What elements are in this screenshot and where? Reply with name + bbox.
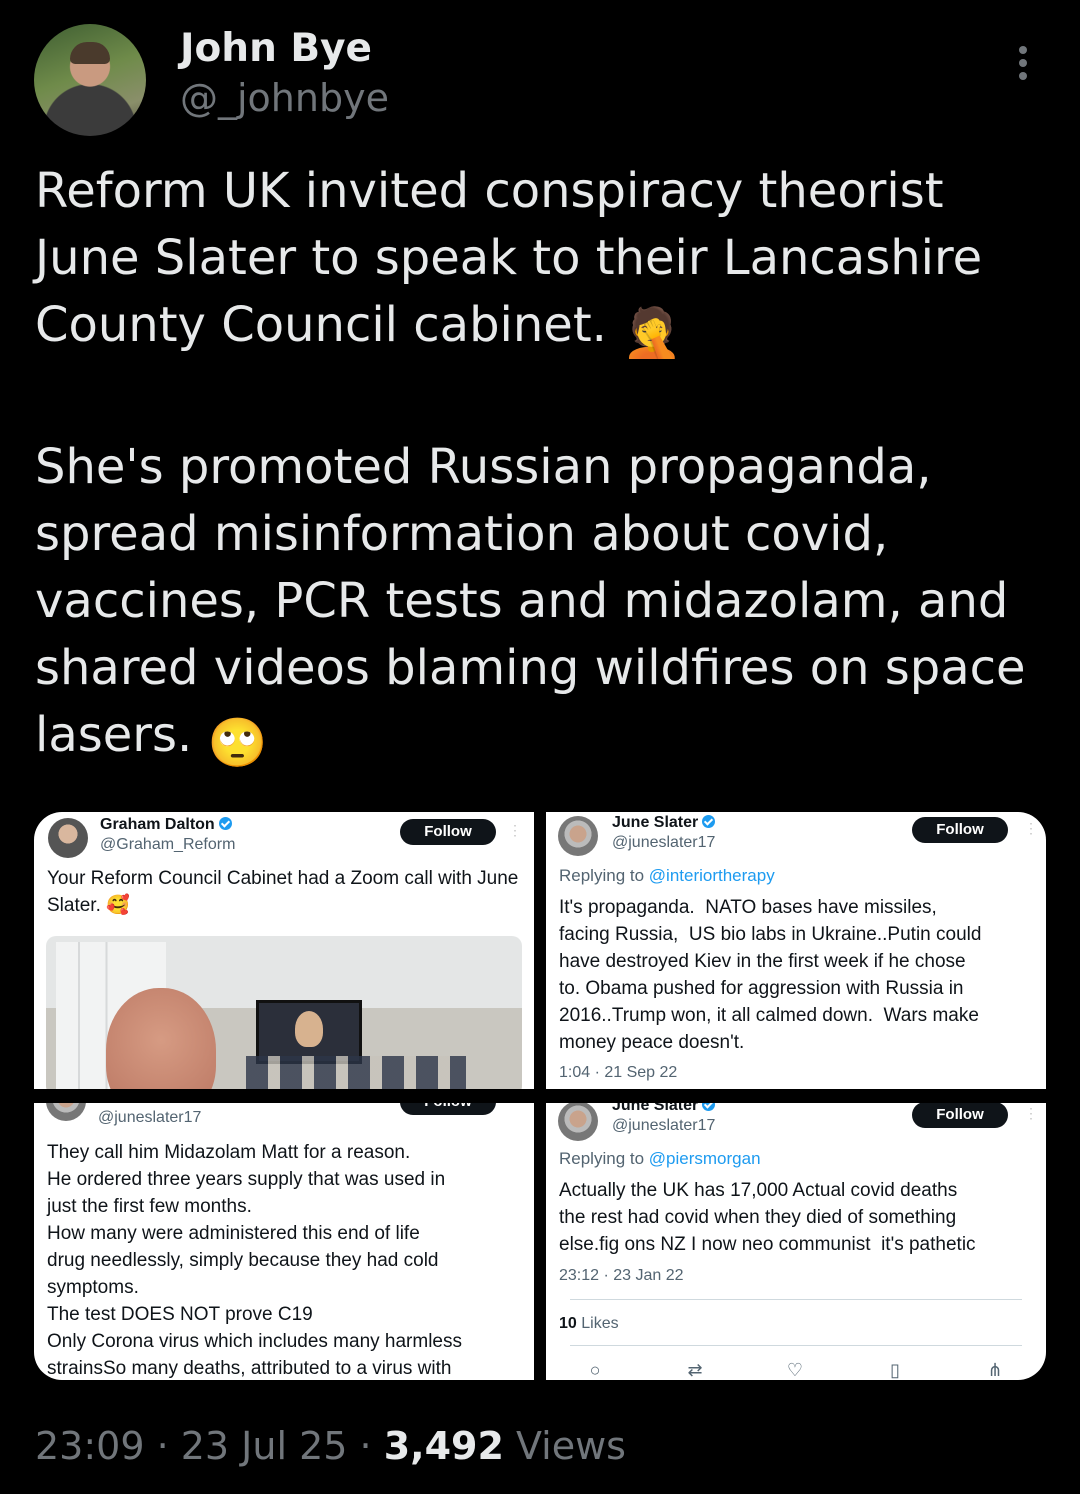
- zoom-call-photo: [46, 936, 522, 1089]
- verified-icon: [702, 815, 716, 828]
- embedded-author-name: June Slater: [612, 814, 716, 832]
- embedded-author-handle: @Graham_Reform: [100, 836, 236, 853]
- embedded-author-handle: @juneslater17: [612, 1117, 716, 1134]
- embedded-tweet-text: It's propaganda. NATO bases have missile…: [559, 897, 982, 1053]
- june-avatar: [558, 816, 598, 856]
- divider: [570, 1299, 1022, 1300]
- more-options-icon[interactable]: [1016, 46, 1030, 86]
- like-icon: ♡: [786, 1360, 804, 1380]
- media-image-1[interactable]: Graham Dalton @Graham_Reform Follow ⋮ Yo…: [34, 812, 534, 1089]
- views-label: Views: [503, 1424, 626, 1468]
- share-icon: ⋔: [987, 1360, 1003, 1380]
- embedded-author-name: Graham Dalton: [100, 816, 232, 834]
- divider: [570, 1345, 1022, 1346]
- reply-icon: ○: [589, 1360, 601, 1380]
- embedded-timestamp: 1:04 · 21 Sep 22: [559, 1064, 678, 1081]
- june-avatar: [558, 1103, 598, 1141]
- author-handle[interactable]: @_johnbye: [180, 76, 389, 120]
- embedded-author-name: June Slater: [612, 1103, 716, 1115]
- tweet-paragraph-1: Reform UK invited conspiracy theorist Ju…: [35, 163, 998, 353]
- tweet-meta: 23:09 · 23 Jul 25 · 3,492 Views: [35, 1424, 626, 1468]
- embedded-tweet-text: They call him Midazolam Matt for a reaso…: [47, 1142, 462, 1379]
- media-grid[interactable]: Graham Dalton @Graham_Reform Follow ⋮ Yo…: [34, 812, 1046, 1380]
- tweet-timestamp[interactable]: 23:09 · 23 Jul 25 ·: [35, 1424, 384, 1468]
- embedded-timestamp: 23:12 · 23 Jan 22: [559, 1267, 684, 1284]
- bookmark-icon: ▯: [890, 1360, 900, 1380]
- embedded-likes: 10 Likes: [559, 1315, 619, 1332]
- embedded-author-handle: @juneslater17: [612, 834, 716, 851]
- replying-to: Replying to @piersmorgan: [559, 1149, 761, 1168]
- tweet-text: Reform UK invited conspiracy theorist Ju…: [35, 158, 1055, 777]
- eye-roll-emoji: 🙄: [207, 715, 268, 771]
- tweet-paragraph-2: She's promoted Russian propaganda, sprea…: [35, 439, 1041, 763]
- author-name[interactable]: John Bye: [180, 26, 372, 71]
- embedded-follow-button: Follow: [912, 1103, 1008, 1128]
- verified-icon: [702, 1103, 716, 1111]
- replying-to: Replying to @interiortherapy: [559, 866, 775, 885]
- embedded-follow-button: Follow: [912, 817, 1008, 843]
- retweet-icon: ⇄: [687, 1360, 703, 1380]
- author-avatar[interactable]: [34, 24, 146, 136]
- embedded-follow-button: Follow: [400, 1103, 496, 1115]
- media-image-2[interactable]: June Slater @juneslater17 Follow ⋮ Reply…: [546, 812, 1046, 1089]
- june-avatar: [46, 1103, 86, 1121]
- embedded-more-icon: ⋮: [1024, 1105, 1038, 1121]
- embedded-more-icon: ⋮: [508, 822, 522, 838]
- verified-icon: [218, 817, 232, 830]
- graham-avatar: [48, 818, 88, 858]
- media-image-3[interactable]: @juneslater17 Follow They call him Midaz…: [34, 1103, 534, 1380]
- embedded-more-icon: ⋮: [1024, 820, 1038, 836]
- embedded-follow-button: Follow: [400, 819, 496, 845]
- views-count: 3,492: [383, 1424, 504, 1468]
- facepalm-emoji: 🤦: [622, 305, 682, 361]
- media-image-4[interactable]: June Slater @juneslater17 Follow ⋮ Reply…: [546, 1103, 1046, 1380]
- embedded-tweet-text: Actually the UK has 17,000 Actual covid …: [559, 1180, 976, 1255]
- embedded-tweet-text: Your Reform Council Cabinet had a Zoom c…: [47, 868, 524, 916]
- embedded-author-handle: @juneslater17: [98, 1109, 202, 1126]
